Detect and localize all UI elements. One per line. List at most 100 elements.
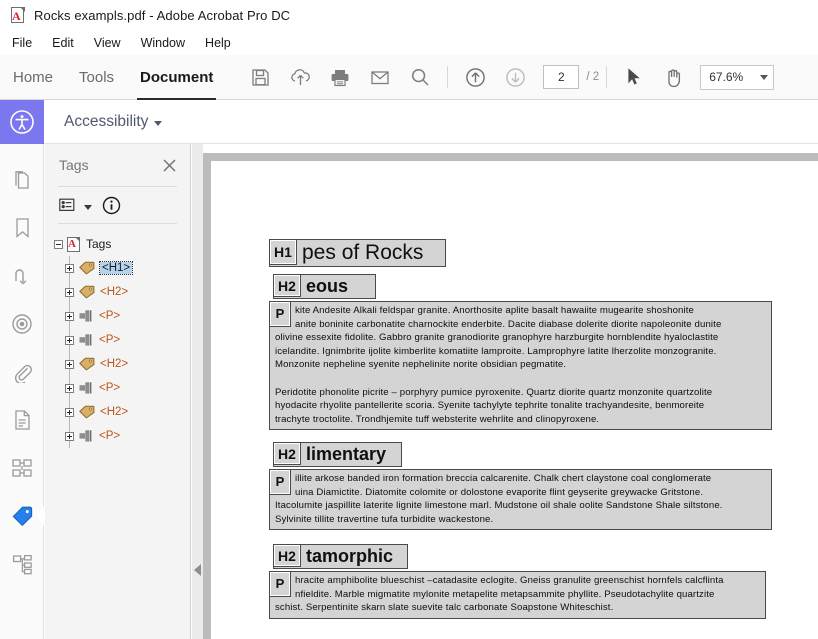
collapse-panel-icon[interactable] xyxy=(194,564,201,576)
menu-help[interactable]: Help xyxy=(195,34,241,52)
h2-metamorphic-text: tamorphic xyxy=(306,546,394,566)
tagged-h2-metamorphic[interactable]: H2 tamorphic xyxy=(273,544,408,569)
tab-document[interactable]: Document xyxy=(127,55,226,100)
tree-row-p-2[interactable]: <P> xyxy=(52,328,190,352)
tag-badge-h2-metamorphic[interactable]: H2 xyxy=(273,544,301,567)
expand-toggle[interactable] xyxy=(64,431,74,441)
chevron-down-icon xyxy=(760,74,769,80)
expand-toggle[interactable] xyxy=(64,335,74,345)
tagged-h2-igneous[interactable]: H2 eous xyxy=(273,274,376,299)
p-igneous-line-3: olivine essexite fidolite. Gabbro granit… xyxy=(275,332,719,344)
zoom-level-select[interactable]: 67.6% xyxy=(700,64,775,90)
tree-label-p-3: <P> xyxy=(99,382,121,394)
hand-tool-icon[interactable] xyxy=(654,55,694,100)
reflow-icon[interactable] xyxy=(0,252,44,300)
collapse-toggle[interactable] xyxy=(53,239,63,249)
tags-panel-toolbar xyxy=(45,187,190,223)
structure-tree-icon[interactable] xyxy=(0,540,44,588)
tree-label-p-2: <P> xyxy=(99,334,121,346)
search-icon[interactable] xyxy=(400,55,440,100)
tree-label-p-1: <P> xyxy=(99,310,121,322)
page-total-label: / 2 xyxy=(586,71,600,83)
menu-file[interactable]: File xyxy=(10,34,42,52)
expand-toggle[interactable] xyxy=(64,311,74,321)
p-igneous-line-4: icelandite. Ignimbrite ijolite kimberlit… xyxy=(275,345,717,357)
h2-igneous-text: eous xyxy=(306,276,349,296)
next-page-icon[interactable] xyxy=(495,55,535,100)
title-bar: A Rocks exampls.pdf - Adobe Acrobat Pro … xyxy=(0,0,818,31)
options-menu-icon[interactable] xyxy=(59,198,78,213)
previous-page-icon[interactable] xyxy=(455,55,495,100)
pdf-page: H1 pes of Rocks H2 eous P kite Andesite … xyxy=(203,153,818,639)
page-thumbnails-icon[interactable] xyxy=(0,156,44,204)
tree-row-root[interactable]: A Tags xyxy=(52,232,190,256)
navigation-rail xyxy=(0,144,45,639)
tree-row-h2-2[interactable]: <H2> xyxy=(52,352,190,376)
menu-bar: File Edit View Window Help xyxy=(0,31,818,55)
tree-row-p-3[interactable]: <P> xyxy=(52,376,190,400)
tag-icon xyxy=(79,357,95,371)
tagged-p-metamorphic[interactable]: P hracite amphibolite blueschist –catada… xyxy=(269,571,766,619)
tagged-p-sedimentary[interactable]: P illite arkose banded iron formation br… xyxy=(269,469,772,531)
menu-edit[interactable]: Edit xyxy=(42,34,84,52)
p-igneous-line-6: Peridotite phonolite picrite – porphyry … xyxy=(275,386,713,398)
h1-text: pes of Rocks xyxy=(302,241,424,264)
accessibility-title[interactable]: Accessibility xyxy=(64,113,148,131)
tag-badge-p-sedimentary[interactable]: P xyxy=(269,469,291,495)
tags-icon[interactable] xyxy=(0,492,45,540)
select-tool-icon[interactable] xyxy=(614,55,654,100)
save-icon[interactable] xyxy=(240,55,280,100)
tree-row-h2-3[interactable]: <H2> xyxy=(52,400,190,424)
tagged-p-igneous[interactable]: P kite Andesite Alkali feldspar granite.… xyxy=(269,301,772,431)
paragraph-icon xyxy=(79,429,94,443)
expand-toggle[interactable] xyxy=(64,383,74,393)
chevron-down-icon[interactable] xyxy=(154,121,163,126)
print-icon[interactable] xyxy=(320,55,360,100)
main-toolbar: Home Tools Document 2 / 2 67.6% xyxy=(0,55,818,100)
tag-badge-p-igneous[interactable]: P xyxy=(269,301,291,327)
viewer-gutter xyxy=(192,144,203,639)
tree-row-p-4[interactable]: <P> xyxy=(52,424,190,448)
page-number-input[interactable]: 2 xyxy=(543,65,580,89)
tree-row-p-1[interactable]: <P> xyxy=(52,304,190,328)
p-sedimentary-line-3: Itacolumite jaspillite laterite lignite … xyxy=(275,500,723,512)
attachments-icon[interactable] xyxy=(0,348,44,396)
tag-icon xyxy=(79,285,95,299)
expand-toggle[interactable] xyxy=(64,359,74,369)
p-sedimentary-line-4: Sylvinite tillite travertine tufa turbid… xyxy=(275,513,494,525)
tag-badge-h2-igneous[interactable]: H2 xyxy=(273,274,301,297)
upload-cloud-icon[interactable] xyxy=(280,55,320,100)
pdf-tag-root-icon: A xyxy=(67,236,80,252)
tree-row-h1[interactable]: <H1> xyxy=(52,256,190,280)
tagged-h1-block[interactable]: H1 pes of Rocks xyxy=(269,239,446,267)
window-title: Rocks exampls.pdf - Adobe Acrobat Pro DC xyxy=(34,8,291,23)
zoom-level-value: 67.6% xyxy=(709,70,744,84)
expand-toggle[interactable] xyxy=(64,407,74,417)
tag-badge-p-metamorphic[interactable]: P xyxy=(269,571,291,597)
accessibility-icon[interactable] xyxy=(0,99,44,144)
target-icon[interactable] xyxy=(0,300,44,348)
tab-tools[interactable]: Tools xyxy=(66,55,127,100)
bookmarks-icon[interactable] xyxy=(0,204,44,252)
close-icon[interactable] xyxy=(161,157,178,174)
tree-row-h2-1[interactable]: <H2> xyxy=(52,280,190,304)
expand-toggle[interactable] xyxy=(64,287,74,297)
tag-badge-h1[interactable]: H1 xyxy=(269,239,297,265)
document-viewer: H1 pes of Rocks H2 eous P kite Andesite … xyxy=(192,144,818,639)
p-igneous-line-2: anite boninite carbonatite charnockite e… xyxy=(295,318,722,330)
tagged-h2-sedimentary[interactable]: H2 limentary xyxy=(273,442,402,467)
tag-badge-h2-sedimentary[interactable]: H2 xyxy=(273,442,301,465)
paragraph-icon xyxy=(79,333,94,347)
tab-home[interactable]: Home xyxy=(0,55,66,100)
expand-toggle[interactable] xyxy=(64,263,74,273)
info-icon[interactable] xyxy=(102,196,121,215)
tree-label-h2-2: <H2> xyxy=(100,358,129,370)
menu-window[interactable]: Window xyxy=(131,34,195,52)
email-icon[interactable] xyxy=(360,55,400,100)
paragraph-icon xyxy=(79,309,94,323)
menu-view[interactable]: View xyxy=(84,34,131,52)
tags-panel-header: Tags xyxy=(45,144,190,186)
order-icon[interactable] xyxy=(0,444,44,492)
chevron-down-icon[interactable] xyxy=(84,205,92,210)
content-icon[interactable] xyxy=(0,396,44,444)
